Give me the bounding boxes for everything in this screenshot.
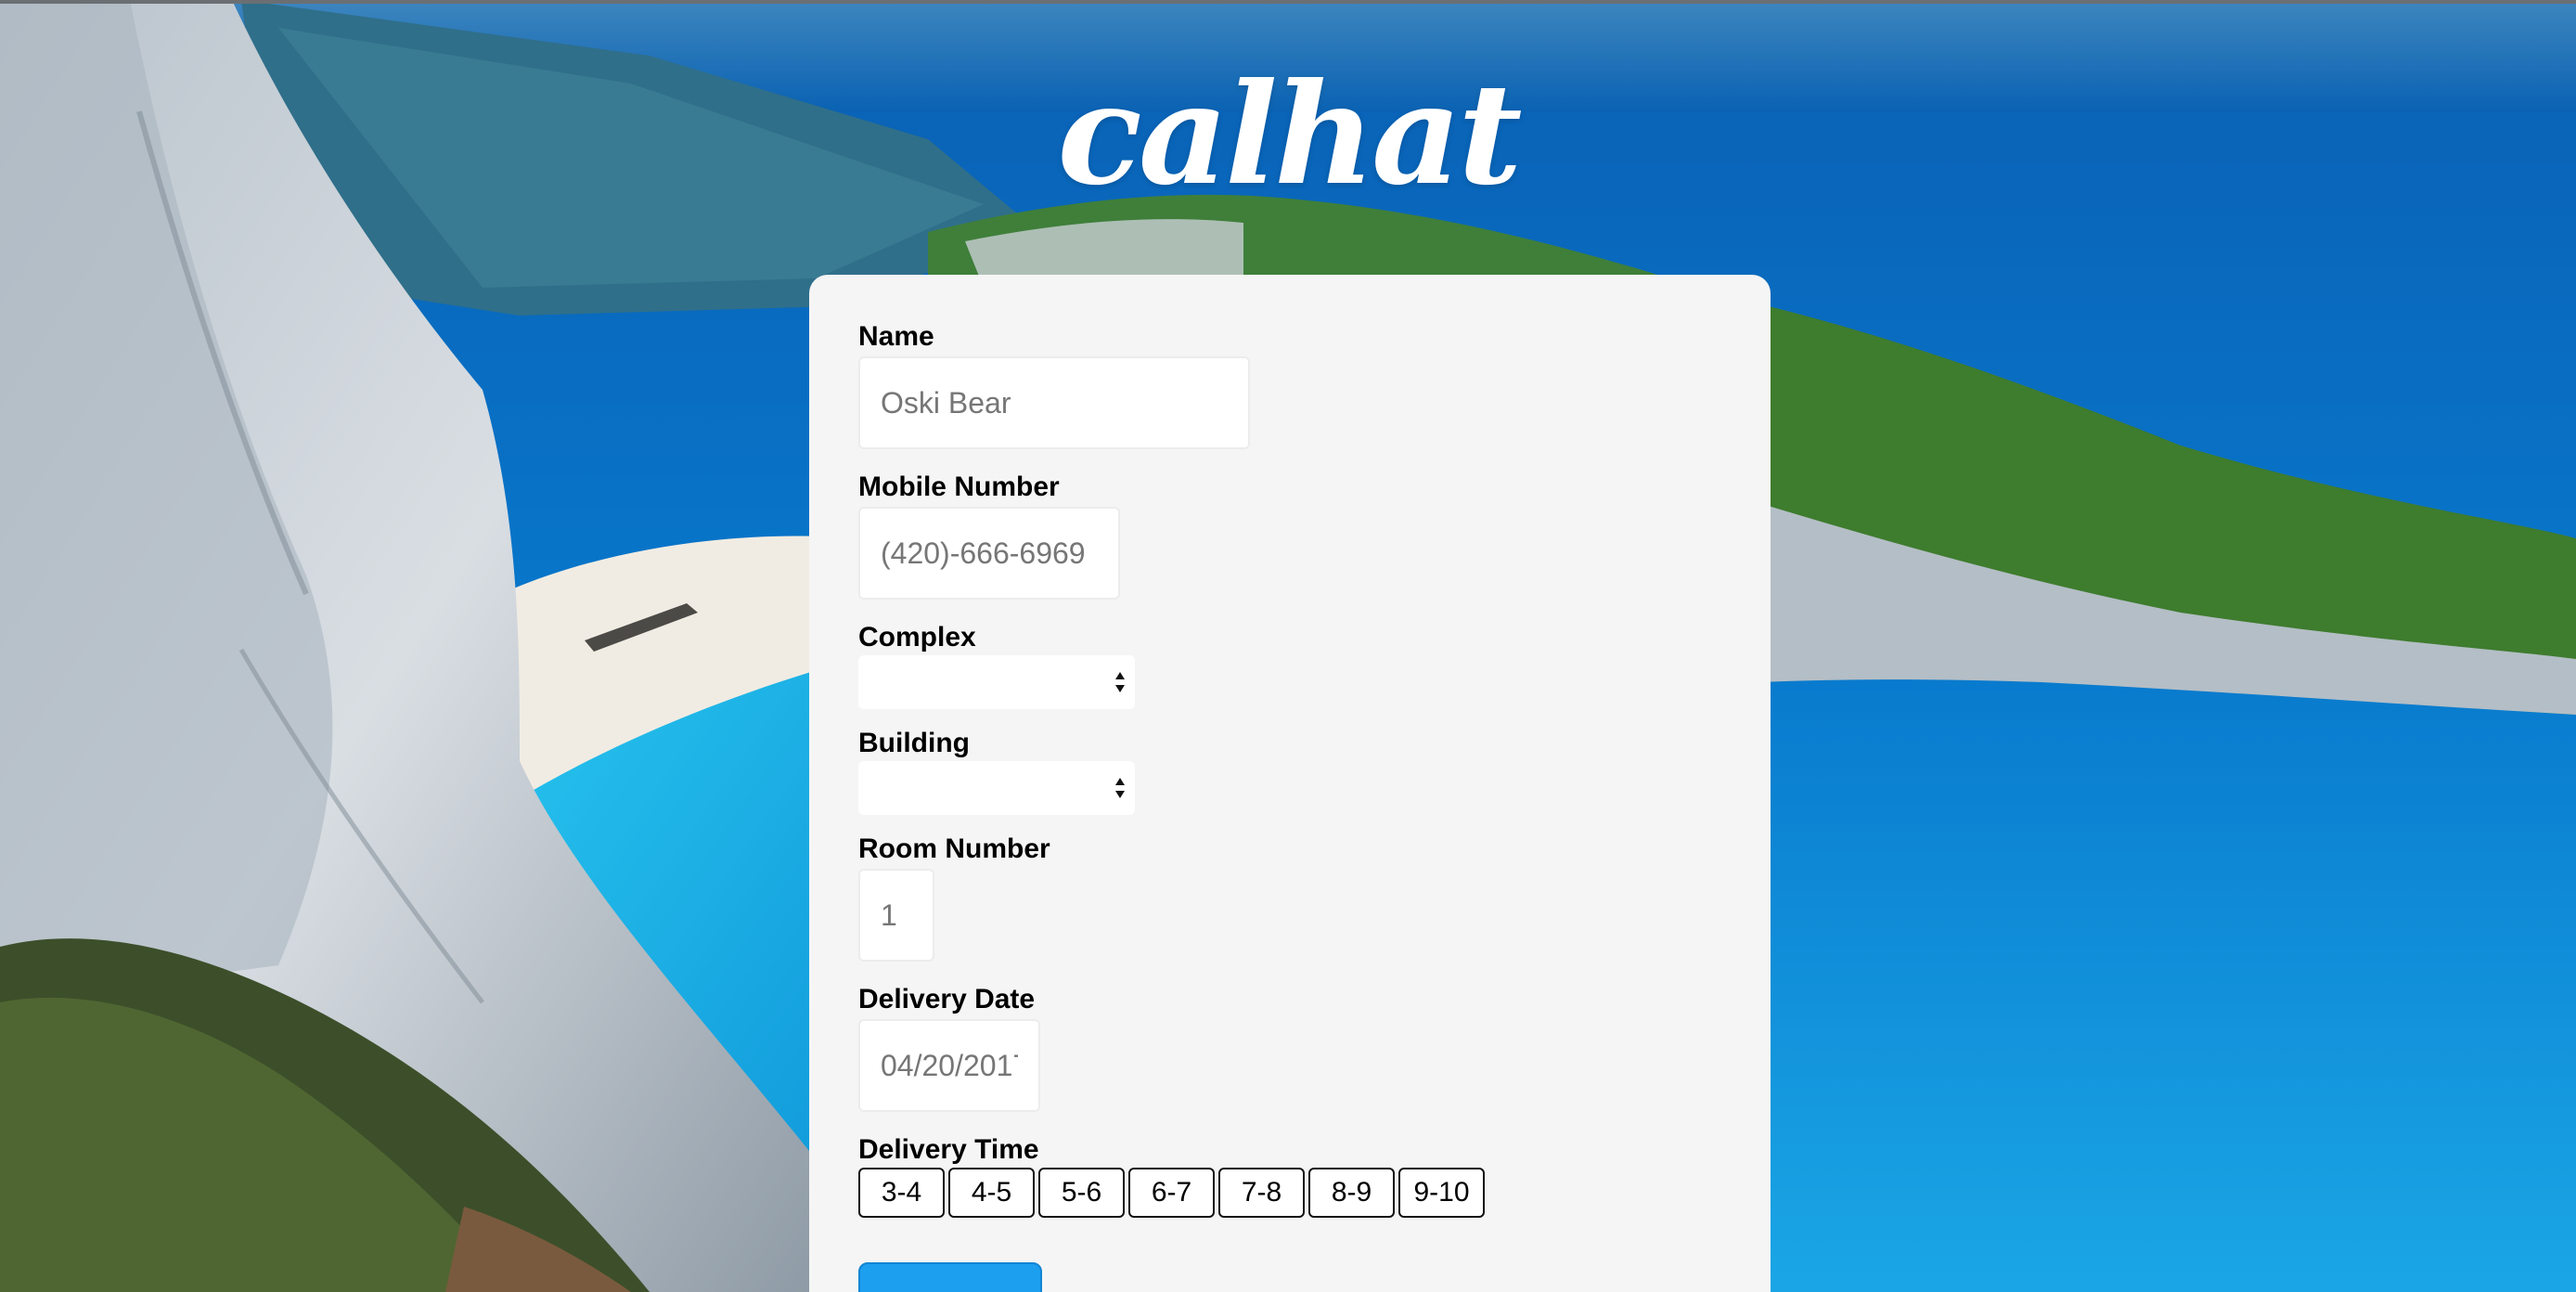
select-arrows-icon [1115,672,1125,692]
time-slot-button[interactable]: 7-8 [1218,1168,1305,1218]
time-slot-button[interactable]: 3-4 [858,1168,945,1218]
complex-label: Complex [858,622,976,652]
mobile-number-label: Mobile Number [858,472,1060,502]
delivery-time-options: 3-4 4-5 5-6 6-7 7-8 8-9 9-10 [858,1168,1485,1218]
room-number-input[interactable] [858,869,934,962]
time-slot-button[interactable]: 8-9 [1308,1168,1395,1218]
select-arrows-icon [1115,778,1125,798]
time-slot-button[interactable]: 9-10 [1398,1168,1485,1218]
submit-button[interactable] [858,1262,1042,1292]
name-input[interactable] [858,356,1250,449]
mobile-number-input[interactable] [858,507,1120,600]
brand-logo: calhat [1057,53,1522,216]
time-slot-button[interactable]: 6-7 [1128,1168,1215,1218]
time-slot-button[interactable]: 5-6 [1038,1168,1125,1218]
delivery-time-label: Delivery Time [858,1134,1039,1165]
top-border [0,0,2576,4]
complex-select[interactable] [858,655,1135,709]
time-slot-button[interactable]: 4-5 [948,1168,1035,1218]
building-select[interactable] [858,761,1135,815]
delivery-date-label: Delivery Date [858,984,1036,1014]
name-label: Name [858,321,934,352]
delivery-date-input[interactable] [858,1019,1040,1112]
order-form-card: Name Mobile Number Complex Building Room… [809,275,1771,1292]
building-label: Building [858,728,970,758]
room-number-label: Room Number [858,833,1050,864]
